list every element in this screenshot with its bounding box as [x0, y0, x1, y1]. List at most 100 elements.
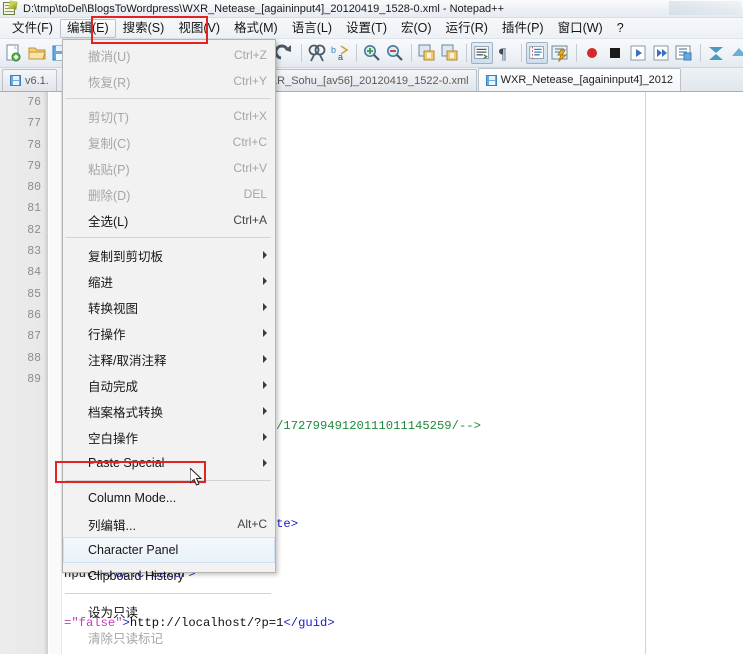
redo-icon[interactable] — [274, 42, 296, 64]
menuitem-clear-readonly-flag[interactable]: 清除只读标记 — [63, 624, 275, 650]
menuitem-label: 缩进 — [88, 272, 113, 291]
menuitem-label: 全选(L) — [88, 211, 128, 230]
svg-text:b: b — [331, 45, 336, 55]
tab-label: WXR_Sohu_[av56]_20120419_1522-0.xml — [259, 75, 468, 87]
menu-bar: 文件(F) 编辑(E) 搜索(S) 视图(V) 格式(M) 语言(L) 设置(T… — [0, 18, 743, 39]
menuitem-character-panel[interactable]: Character Panel — [63, 537, 275, 563]
line-number: 83 — [0, 241, 47, 262]
fold-margin[interactable] — [49, 92, 62, 654]
line-number: 79 — [0, 156, 47, 177]
zoom-out-icon[interactable] — [384, 42, 406, 64]
save-macro-icon[interactable] — [673, 42, 695, 64]
menuitem-redo[interactable]: 恢复(R) Ctrl+Y — [63, 68, 275, 94]
edit-menu-dropdown[interactable]: 撤消(U) Ctrl+Z 恢复(R) Ctrl+Y 剪切(T) Ctrl+X 复… — [62, 39, 276, 573]
menu-window[interactable]: 窗口(W) — [551, 19, 610, 38]
open-folder-icon[interactable] — [26, 42, 48, 64]
menu-macro[interactable]: 宏(O) — [394, 19, 439, 38]
line-number: 85 — [0, 284, 47, 305]
menu-view[interactable]: 视图(V) — [171, 19, 227, 38]
menuitem-convert-case[interactable]: 转换视图 — [63, 294, 275, 320]
menuitem-clipboard-history[interactable]: Clipboard History — [63, 563, 275, 589]
submenu-arrow-icon — [263, 407, 267, 415]
menu-format[interactable]: 格式(M) — [227, 19, 285, 38]
zoom-in-icon[interactable] — [361, 42, 383, 64]
menu-edit[interactable]: 编辑(E) — [60, 19, 116, 38]
show-all-chars-icon[interactable]: ¶ — [494, 42, 516, 64]
tab-wxr-netease[interactable]: WXR_Netease_[againinput4]_2012 — [478, 68, 681, 91]
menuitem-label: 粘贴(P) — [88, 159, 130, 178]
notepad-plus-plus-icon — [2, 1, 18, 16]
menu-run[interactable]: 运行(R) — [439, 19, 495, 38]
sync-scroll-v-icon[interactable] — [416, 42, 438, 64]
line-number: 87 — [0, 326, 47, 347]
notepadpp-window: D:\tmp\toDel\BlogsToWordpress\WXR_Neteas… — [0, 0, 743, 654]
menuitem-eol-conversion[interactable]: 档案格式转换 — [63, 398, 275, 424]
submenu-arrow-icon — [263, 329, 267, 337]
tab-label: WXR_Netease_[againinput4]_2012 — [501, 74, 673, 86]
menu-plugins[interactable]: 插件(P) — [495, 19, 551, 38]
new-file-icon[interactable] — [3, 42, 25, 64]
window-controls[interactable] — [669, 1, 741, 15]
menuitem-copy[interactable]: 复制(C) Ctrl+C — [63, 129, 275, 155]
menu-file[interactable]: 文件(F) — [5, 19, 60, 38]
menuitem-cut[interactable]: 剪切(T) Ctrl+X — [63, 103, 275, 129]
menuitem-paste[interactable]: 粘贴(P) Ctrl+V — [63, 155, 275, 181]
line-number: 89 — [0, 369, 47, 390]
mouse-cursor — [190, 468, 204, 493]
find-icon[interactable] — [306, 42, 328, 64]
menuitem-accel: Alt+C — [223, 517, 267, 531]
line-number: 82 — [0, 220, 47, 241]
menuitem-line-operations[interactable]: 行操作 — [63, 320, 275, 346]
menuitem-column-mode[interactable]: Column Mode... — [63, 485, 275, 511]
menuitem-copy-to-clipboard[interactable]: 复制到剪切板 — [63, 242, 275, 268]
menuitem-label: Paste Special — [88, 456, 164, 470]
collapse-all-icon[interactable] — [705, 42, 727, 64]
toolbar-separator — [356, 44, 357, 62]
line-number: 88 — [0, 348, 47, 369]
menu-help[interactable]: ? — [610, 19, 631, 38]
expand-all-icon[interactable] — [728, 42, 743, 64]
menu-search[interactable]: 搜索(S) — [116, 19, 172, 38]
menu-separator — [65, 98, 271, 99]
line-number: 77 — [0, 113, 47, 134]
stop-macro-icon[interactable] — [604, 42, 626, 64]
play-macro-icon[interactable] — [627, 42, 649, 64]
menuitem-accel: Ctrl+X — [219, 109, 267, 123]
submenu-arrow-icon — [263, 303, 267, 311]
toolbar-separator — [521, 44, 522, 62]
menuitem-select-all[interactable]: 全选(L) Ctrl+A — [63, 207, 275, 233]
saved-file-icon — [486, 75, 497, 86]
menuitem-auto-completion[interactable]: 自动完成 — [63, 372, 275, 398]
menuitem-set-readonly[interactable]: 设为只读 — [63, 598, 275, 624]
menu-settings[interactable]: 设置(T) — [339, 19, 394, 38]
line-number: 86 — [0, 305, 47, 326]
window-title: D:\tmp\toDel\BlogsToWordpress\WXR_Neteas… — [23, 3, 504, 15]
menuitem-indent[interactable]: 缩进 — [63, 268, 275, 294]
toolbar-separator — [301, 44, 302, 62]
menuitem-label: 列编辑... — [88, 515, 136, 534]
menu-separator — [65, 593, 271, 594]
menuitem-label: Character Panel — [88, 543, 178, 557]
saved-file-icon — [10, 75, 21, 86]
menuitem-accel: DEL — [230, 187, 267, 201]
menu-separator — [65, 237, 271, 238]
menuitem-label: 剪切(T) — [88, 107, 129, 126]
menuitem-column-editor[interactable]: 列编辑... Alt+C — [63, 511, 275, 537]
indent-guide-icon[interactable] — [526, 42, 548, 64]
sync-scroll-h-icon[interactable] — [439, 42, 461, 64]
record-macro-icon[interactable] — [581, 42, 603, 64]
line-number: 80 — [0, 177, 47, 198]
word-wrap-icon[interactable] — [471, 42, 493, 64]
menuitem-comment-uncomment[interactable]: 注释/取消注释 — [63, 346, 275, 372]
submenu-arrow-icon — [263, 381, 267, 389]
show-ui-icon[interactable] — [549, 42, 571, 64]
tab-v61[interactable]: v6.1. — [2, 69, 57, 91]
replace-icon[interactable]: ba — [329, 42, 351, 64]
menu-language[interactable]: 语言(L) — [285, 19, 339, 38]
menuitem-undo[interactable]: 撤消(U) Ctrl+Z — [63, 42, 275, 68]
menuitem-paste-special[interactable]: Paste Special — [63, 450, 275, 476]
run-macro-multiple-icon[interactable] — [650, 42, 672, 64]
menuitem-delete[interactable]: 删除(D) DEL — [63, 181, 275, 207]
title-bar: D:\tmp\toDel\BlogsToWordpress\WXR_Neteas… — [0, 0, 743, 18]
menuitem-blank-operations[interactable]: 空白操作 — [63, 424, 275, 450]
